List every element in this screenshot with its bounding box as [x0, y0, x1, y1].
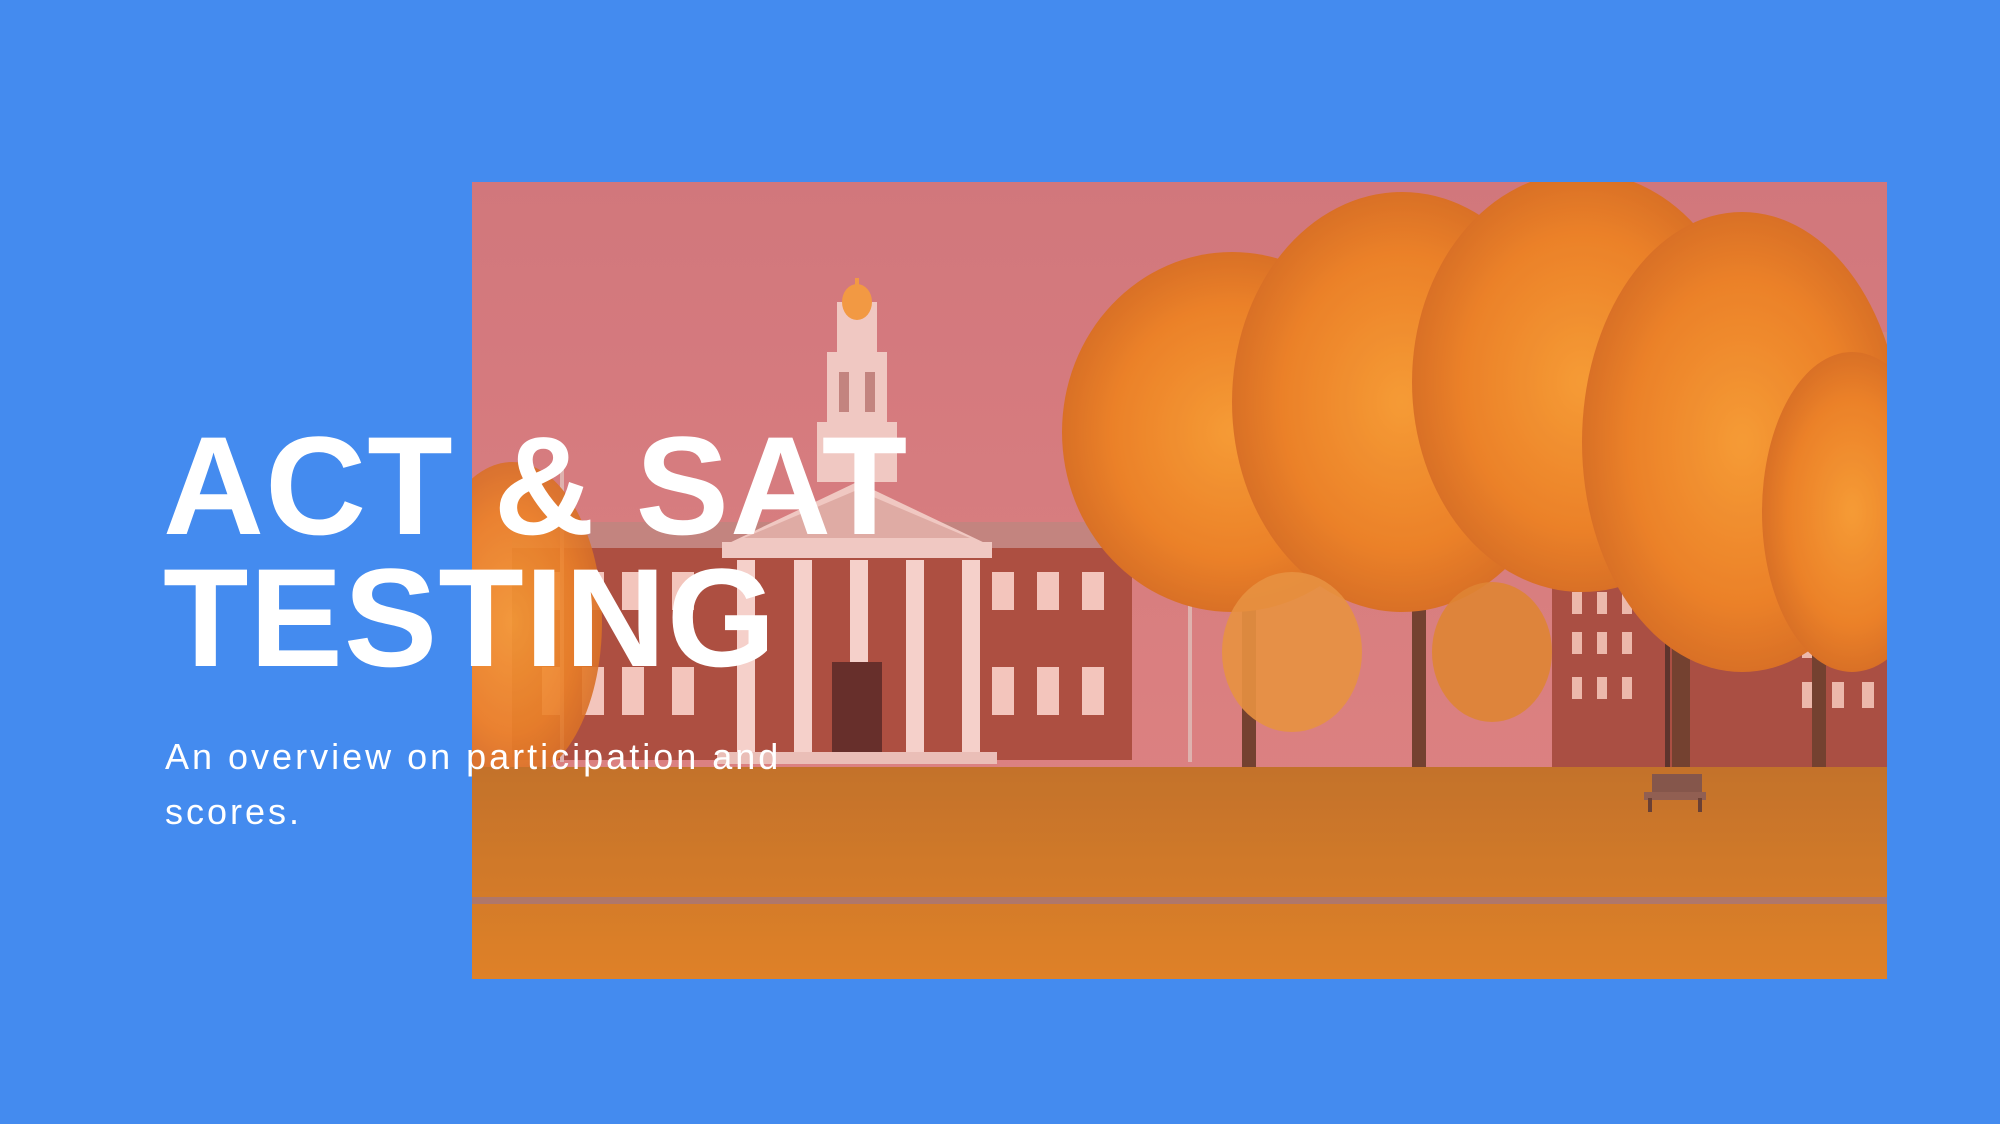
slide-subtitle: An overview on participation and scores. [165, 736, 782, 832]
slide-title: ACT & SAT TESTING [163, 407, 909, 696]
title-line-2: TESTING [163, 539, 777, 696]
title-line-1: ACT & SAT [163, 407, 909, 564]
